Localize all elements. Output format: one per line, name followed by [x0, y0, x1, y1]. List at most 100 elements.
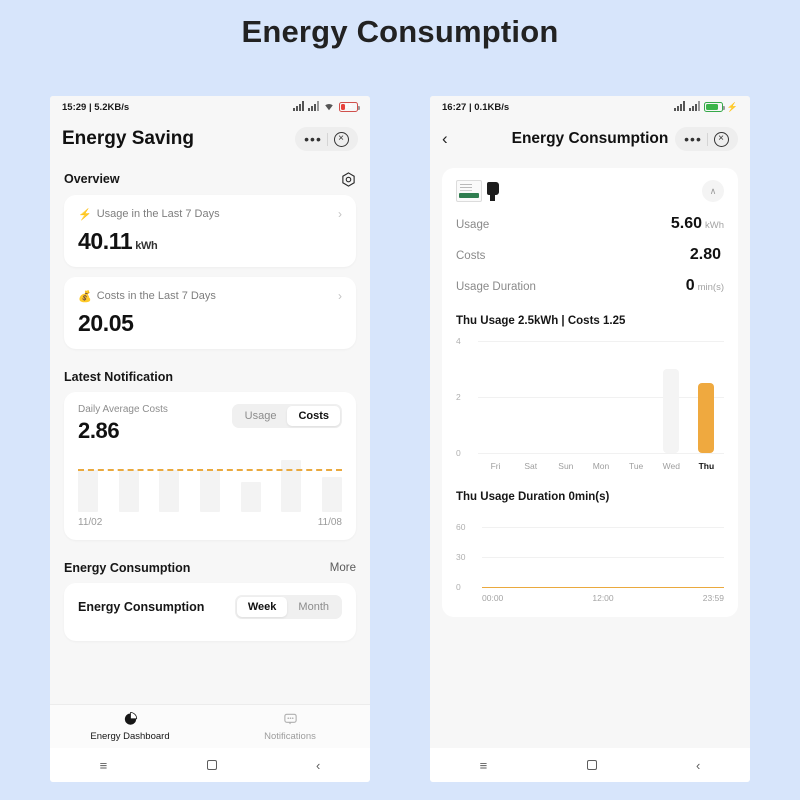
x-axis-label: 23:59	[702, 593, 724, 603]
minichart-bar	[159, 469, 180, 512]
recents-button[interactable]: ≡	[480, 758, 488, 773]
x-axis-label: Thu	[698, 461, 715, 471]
app-header-right: ‹ Energy Consumption ••• ×	[430, 118, 750, 160]
duration-chart-title: Thu Usage Duration 0min(s)	[456, 491, 610, 503]
gridline	[482, 557, 724, 558]
notification-card[interactable]: Daily Average Costs 2.86 Usage Costs 11/…	[64, 392, 356, 540]
metric-row-duration: Usage Duration 0 min(s)	[456, 264, 724, 295]
app-title-left: Energy Saving	[62, 128, 194, 149]
daily-average-label: Daily Average Costs	[78, 404, 168, 415]
message-icon	[210, 711, 370, 729]
tab-notifications[interactable]: Notifications	[210, 711, 370, 742]
header-actions-right: ••• ×	[675, 127, 738, 151]
phone-right: 16:27 | 0.1KB/s ⚡ ‹ Energy Consumption •…	[430, 96, 750, 782]
usage-duration-chart: 60 30 0 00:00 12:00 23:59	[456, 517, 724, 603]
notification-section-header: Latest Notification	[50, 359, 370, 392]
x-axis-label: 12:00	[592, 593, 614, 603]
daily-average-costs-minichart	[78, 454, 342, 512]
overview-section-header: Overview	[50, 160, 370, 195]
x-axis-label: Wed	[662, 461, 680, 471]
x-axis-label: Sat	[524, 461, 538, 471]
tab-notifications-label: Notifications	[264, 731, 316, 742]
metric-value-wrap: 0 min(s)	[686, 277, 724, 295]
chart-bar	[698, 383, 715, 453]
toggle-month[interactable]: Month	[287, 597, 340, 617]
metric-unit: kWh	[705, 220, 724, 231]
usage-chart-title: Thu Usage 2.5kWh | Costs 1.25	[456, 315, 626, 327]
header-back-button[interactable]: ‹	[442, 129, 464, 149]
usage-card[interactable]: ⚡ Usage in the Last 7 Days › 40.11 kWh	[64, 195, 356, 267]
scroll-body-right[interactable]: ∧ Usage 5.60 kWh Costs 2.80 Usage Duratio…	[430, 160, 750, 748]
signal-icon-2	[688, 100, 700, 114]
chevron-right-icon: ›	[338, 289, 342, 303]
tab-energy-dashboard-label: Energy Dashboard	[90, 731, 170, 742]
x-axis-label: Fri	[490, 461, 501, 471]
x-axis-label: Tue	[628, 461, 644, 471]
costs-card-label: Costs in the Last 7 Days	[96, 290, 216, 302]
toggle-week[interactable]: Week	[236, 597, 288, 617]
status-bar-left: 15:29 | 5.2KB/s 15	[50, 96, 370, 118]
charging-bolt-icon: ⚡	[726, 101, 738, 112]
target-icon[interactable]	[340, 171, 356, 187]
x-axis-label: 00:00	[482, 593, 504, 603]
pie-chart-icon	[50, 711, 210, 729]
metric-value: 5.60	[670, 215, 702, 232]
energy-meter-icon	[456, 180, 482, 202]
close-button[interactable]: ×	[710, 130, 732, 148]
toggle-usage[interactable]: Usage	[234, 406, 288, 426]
daily-average-value: 2.86	[78, 418, 120, 443]
metric-unit: min(s)	[697, 282, 724, 293]
android-navbar-left: ≡ ‹	[50, 748, 370, 782]
app-header-left: Energy Saving ••• ×	[50, 118, 370, 160]
bottom-tab-bar: Energy Dashboard Notifications	[50, 704, 370, 748]
chart-column[interactable]	[690, 383, 722, 453]
metric-value: 0	[685, 277, 695, 294]
money-icon: 💰	[78, 290, 92, 303]
metric-row-usage: Usage 5.60 kWh	[456, 202, 724, 233]
close-button[interactable]: ×	[330, 130, 352, 148]
duration-line	[482, 587, 724, 588]
signal-icon-1	[673, 100, 685, 114]
average-line	[78, 468, 342, 471]
x-axis-label: Sun	[558, 461, 574, 471]
status-time-right: 16:27 | 0.1KB/s	[442, 101, 510, 113]
minichart-date-range: 11/02 11/08	[78, 517, 342, 528]
y-axis-tick: 30	[456, 552, 466, 562]
lightning-icon: ⚡	[78, 208, 92, 221]
chevron-up-icon[interactable]: ∧	[702, 180, 724, 202]
close-icon: ×	[333, 131, 349, 147]
usage-costs-toggle[interactable]: Usage Costs	[231, 404, 342, 428]
tab-energy-dashboard[interactable]: Energy Dashboard	[50, 711, 210, 742]
toggle-costs[interactable]: Costs	[287, 406, 340, 426]
more-link[interactable]: More	[330, 562, 356, 574]
costs-card-value: 20.05	[78, 310, 134, 336]
notification-title: Latest Notification	[64, 370, 174, 384]
minichart-bar	[321, 477, 342, 512]
consumption-card[interactable]: Energy Consumption Week Month	[64, 583, 356, 641]
home-square-icon[interactable]	[586, 760, 597, 770]
recents-button[interactable]: ≡	[100, 758, 108, 773]
chart-column[interactable]	[655, 369, 687, 453]
device-detail-card: ∧ Usage 5.60 kWh Costs 2.80 Usage Duratio…	[442, 168, 738, 617]
battery-icon	[703, 102, 725, 112]
metric-value-wrap: 5.60 kWh	[671, 215, 724, 233]
back-button[interactable]: ‹	[316, 758, 320, 773]
close-icon: ×	[713, 131, 729, 147]
status-time-left: 15:29 | 5.2KB/s	[62, 101, 130, 113]
week-month-toggle[interactable]: Week Month	[234, 595, 342, 619]
costs-card[interactable]: 💰 Costs in the Last 7 Days › 20.05	[64, 277, 356, 349]
minichart-bar	[199, 469, 220, 512]
consumption-title: Energy Consumption	[64, 561, 191, 575]
battery-icon: 15	[339, 102, 360, 112]
metric-key: Costs	[456, 250, 486, 262]
more-options-button[interactable]: •••	[681, 132, 705, 146]
chart-bar	[663, 369, 680, 453]
scroll-body-left[interactable]: Overview ⚡ Usage in the Last 7 Days › 40…	[50, 160, 370, 704]
consumption-card-title: Energy Consumption	[78, 600, 205, 614]
start-date: 11/02	[78, 517, 103, 528]
gridline	[482, 527, 724, 528]
home-square-icon[interactable]	[206, 760, 217, 770]
back-button[interactable]: ‹	[696, 758, 700, 773]
y-axis-tick: 0	[456, 582, 461, 592]
more-options-button[interactable]: •••	[301, 132, 325, 146]
